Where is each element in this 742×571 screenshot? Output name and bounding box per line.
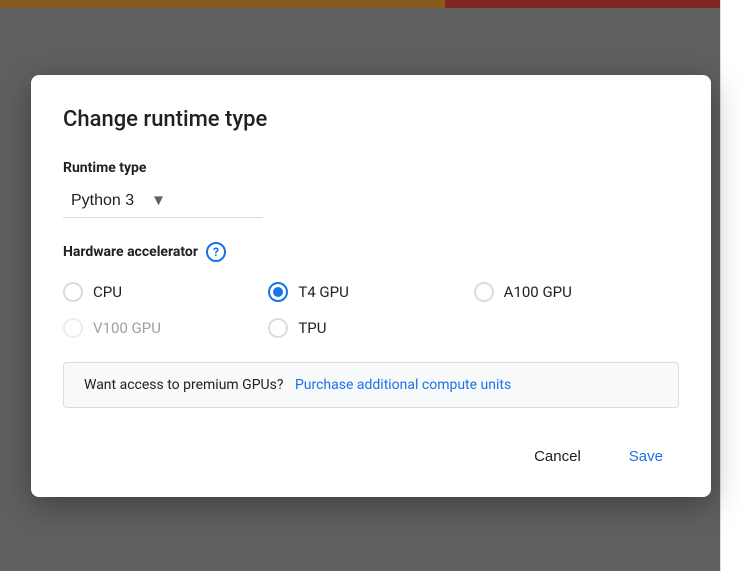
radio-label-a100gpu: A100 GPU — [504, 283, 572, 301]
radio-circle-tpu — [268, 318, 288, 338]
save-button[interactable]: Save — [613, 440, 679, 473]
hardware-accelerator-label: Hardware accelerator — [63, 244, 198, 260]
runtime-divider — [63, 217, 263, 218]
premium-gpu-info-box: Want access to premium GPUs? Purchase ad… — [63, 362, 679, 408]
radio-circle-cpu — [63, 282, 83, 302]
radio-label-t4gpu: T4 GPU — [298, 283, 349, 301]
radio-cpu[interactable]: CPU — [63, 282, 268, 302]
help-icon[interactable]: ? — [206, 242, 226, 262]
info-box-text: Want access to premium GPUs? — [84, 377, 283, 393]
dialog-actions: Cancel Save — [63, 440, 679, 473]
change-runtime-dialog: Change runtime type Runtime type Python … — [31, 75, 711, 497]
radio-label-tpu: TPU — [298, 319, 326, 337]
radio-circle-v100gpu — [63, 318, 83, 338]
hardware-accelerator-row: Hardware accelerator ? — [63, 242, 679, 262]
right-panel-hint — [720, 0, 742, 571]
question-mark: ? — [213, 245, 219, 259]
runtime-type-select[interactable]: Python 3 Python 2 — [63, 188, 167, 213]
radio-label-cpu: CPU — [93, 283, 122, 301]
runtime-type-label: Runtime type — [63, 160, 679, 176]
hardware-options-grid: CPU T4 GPU A100 GPU V100 GPU TPU — [63, 282, 679, 338]
radio-circle-a100gpu — [474, 282, 494, 302]
radio-a100gpu[interactable]: A100 GPU — [474, 282, 679, 302]
radio-t4gpu[interactable]: T4 GPU — [268, 282, 473, 302]
radio-label-v100gpu: V100 GPU — [93, 319, 161, 337]
radio-v100gpu: V100 GPU — [63, 318, 268, 338]
purchase-compute-units-link[interactable]: Purchase additional compute units — [295, 377, 511, 393]
dialog-title: Change runtime type — [63, 107, 679, 132]
cancel-button[interactable]: Cancel — [518, 440, 597, 473]
runtime-type-select-wrapper[interactable]: Python 3 Python 2 ▾ — [63, 188, 167, 213]
radio-circle-t4gpu — [268, 282, 288, 302]
radio-tpu[interactable]: TPU — [268, 318, 473, 338]
